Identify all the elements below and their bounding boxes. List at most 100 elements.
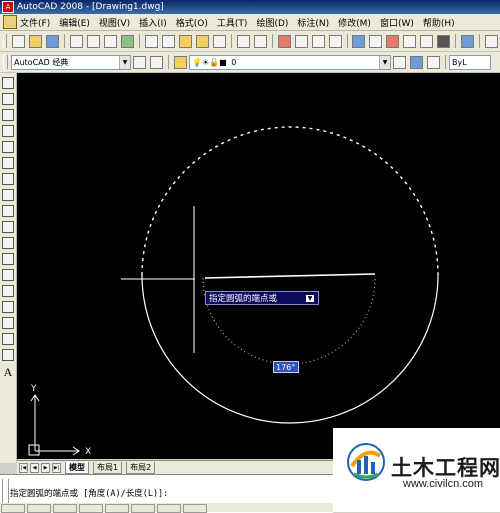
rectangle-icon[interactable] <box>2 141 14 153</box>
toolbar-separator <box>168 55 169 69</box>
menu-insert[interactable]: 插入(I) <box>139 16 167 29</box>
arrow-down-icon[interactable]: ▼ <box>306 295 314 302</box>
toolbar-grip[interactable] <box>3 55 8 69</box>
polyline-icon[interactable] <box>2 109 14 121</box>
menu-draw[interactable]: 绘图(D) <box>256 16 288 29</box>
redo-icon[interactable] <box>253 34 267 48</box>
draw-toolbar: A <box>0 73 17 463</box>
menu-modify[interactable]: 修改(M) <box>338 16 371 29</box>
save-icon[interactable] <box>46 34 60 48</box>
cut-icon[interactable] <box>145 34 158 48</box>
workspace-settings-icon[interactable] <box>133 55 146 69</box>
toolbar-grip[interactable] <box>3 34 8 48</box>
tool-palettes-icon[interactable] <box>386 34 400 48</box>
new-file-icon[interactable] <box>12 34 26 48</box>
first-tab-icon[interactable]: |◀ <box>19 462 28 473</box>
angle-dynamic-input[interactable]: 176° <box>273 361 299 373</box>
table-icon[interactable] <box>2 349 14 361</box>
prev-tab-icon[interactable]: ◀ <box>30 462 39 473</box>
workspace-value: AutoCAD 经典 <box>14 57 69 67</box>
print-icon[interactable] <box>70 34 84 48</box>
color-value: ByL <box>452 57 467 67</box>
spline-icon[interactable] <box>2 205 14 217</box>
help-icon[interactable] <box>461 34 475 48</box>
chevron-down-icon[interactable]: ▼ <box>119 55 130 69</box>
make-current-layer-icon[interactable] <box>393 55 406 69</box>
civilcn-logo-icon <box>347 443 385 481</box>
autocad-app-icon[interactable]: A <box>2 1 14 13</box>
chevron-down-icon[interactable]: ▼ <box>379 55 390 69</box>
tab-layout2[interactable]: 布局2 <box>126 461 156 474</box>
last-tab-icon[interactable]: ▶| <box>52 462 61 473</box>
layer-manager-icon[interactable] <box>174 55 187 69</box>
sheet-set-icon[interactable] <box>403 34 417 48</box>
zoom-window-icon[interactable] <box>311 34 325 48</box>
zoom-previous-icon[interactable] <box>328 34 342 48</box>
pan-icon[interactable] <box>277 34 291 48</box>
insert-block-icon[interactable] <box>2 253 14 265</box>
block-editor-icon[interactable] <box>213 34 226 48</box>
style-icon[interactable] <box>484 34 498 48</box>
properties-icon[interactable] <box>352 34 366 48</box>
menu-view[interactable]: 视图(V) <box>99 16 130 29</box>
ellipse-icon[interactable] <box>2 221 14 233</box>
construction-line-icon[interactable] <box>2 93 14 105</box>
gradient-icon[interactable] <box>2 317 14 329</box>
menu-window[interactable]: 窗口(W) <box>380 16 414 29</box>
layer-select[interactable]: 💡☀🔓■ 0 ▼ <box>189 54 391 70</box>
ucs-x-label: X <box>85 447 91 457</box>
calculator-icon[interactable] <box>437 34 451 48</box>
toolbar-separator <box>64 34 66 48</box>
publish-icon[interactable] <box>104 34 118 48</box>
menu-tools[interactable]: 工具(T) <box>217 16 248 29</box>
hatch-icon[interactable] <box>2 301 14 313</box>
document-menu-icon[interactable] <box>3 15 17 29</box>
menu-help[interactable]: 帮助(H) <box>423 16 455 29</box>
multiline-text-icon[interactable]: A <box>0 365 16 380</box>
paste-icon[interactable] <box>179 34 192 48</box>
layer-states-icon[interactable] <box>427 55 440 69</box>
undo-icon[interactable] <box>236 34 250 48</box>
toolbar-separator <box>231 34 232 48</box>
toolbar-separator <box>346 34 348 48</box>
zoom-realtime-icon[interactable] <box>294 34 308 48</box>
drawing-canvas[interactable]: Y X 指定圆弧的端点或 ▼ 176° <box>17 73 500 459</box>
command-prompt: 指定圆弧的端点或 [角度(A)/长度(L)]: <box>10 489 169 499</box>
menu-edit[interactable]: 编辑(E) <box>59 16 90 29</box>
toolbar-separator <box>445 55 446 69</box>
menu-dimension[interactable]: 标注(N) <box>297 16 329 29</box>
make-block-icon[interactable] <box>2 269 14 281</box>
workspace-select[interactable]: AutoCAD 经典 ▼ <box>11 54 131 70</box>
menu-file[interactable]: 文件(F) <box>20 16 50 29</box>
toolbar-separator <box>479 34 480 48</box>
region-icon[interactable] <box>2 333 14 345</box>
next-tab-icon[interactable]: ▶ <box>41 462 50 473</box>
match-properties-icon[interactable] <box>196 34 209 48</box>
title-bar: A AutoCAD 2008 - [Drawing1.dwg] <box>0 0 500 14</box>
color-select[interactable]: ByL <box>449 54 491 70</box>
markup-icon[interactable] <box>420 34 434 48</box>
layer-previous-icon[interactable] <box>410 55 423 69</box>
copy-icon[interactable] <box>162 34 175 48</box>
dynamic-input-tooltip: 指定圆弧的端点或 ▼ <box>205 291 319 305</box>
tab-layout1[interactable]: 布局1 <box>93 461 123 474</box>
tab-model[interactable]: 模型 <box>65 461 89 474</box>
menu-format[interactable]: 格式(O) <box>176 16 208 29</box>
toolbar-separator <box>455 34 457 48</box>
open-folder-icon[interactable] <box>29 34 43 48</box>
polygon-icon[interactable] <box>2 125 14 137</box>
watermark-logo: 土木工程网 www.civilcn.com <box>333 428 500 512</box>
watermark-url: www.civilcn.com <box>403 478 484 490</box>
revision-cloud-icon[interactable] <box>2 189 14 201</box>
layer-value: 0 <box>231 57 237 67</box>
workspace-save-icon[interactable] <box>150 55 163 69</box>
3d-dwf-icon[interactable] <box>121 34 135 48</box>
ellipse-arc-icon[interactable] <box>2 237 14 249</box>
circle-upper-arc-dashed <box>141 126 439 276</box>
arc-icon[interactable] <box>2 157 14 169</box>
print-preview-icon[interactable] <box>87 34 101 48</box>
point-icon[interactable] <box>2 285 14 297</box>
design-center-icon[interactable] <box>369 34 383 48</box>
line-icon[interactable] <box>2 77 14 89</box>
circle-icon[interactable] <box>2 173 14 185</box>
